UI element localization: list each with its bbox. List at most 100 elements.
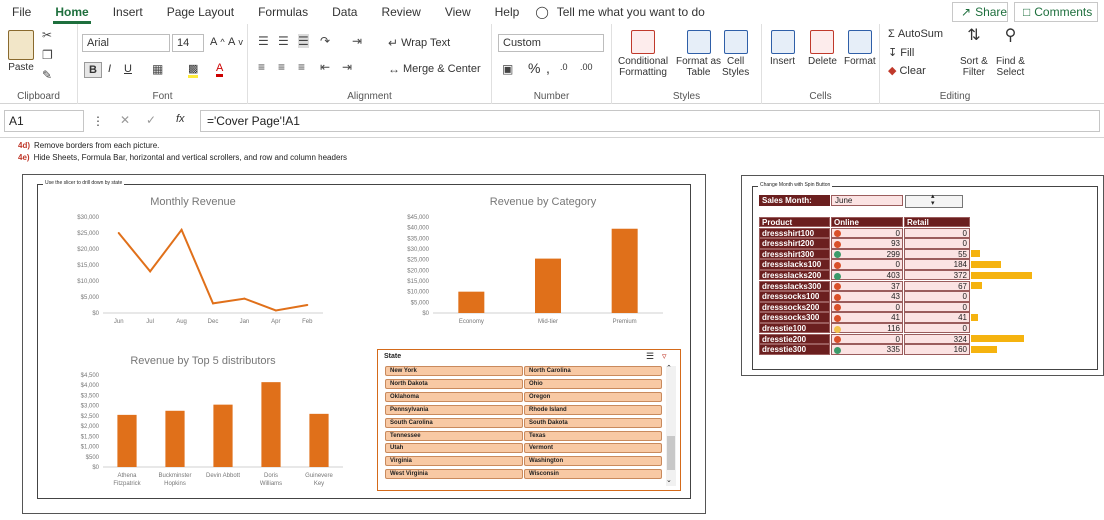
format-cells-button[interactable]: Format [844,30,876,67]
scroll-down-icon[interactable]: ⌄ [666,476,672,484]
sort-filter-button[interactable]: ⇅ Sort & Filter [960,28,988,79]
slicer-item[interactable]: Vermont [524,443,662,454]
fill-button[interactable]: ↧ Fill [888,46,914,60]
slicer-item[interactable]: Rhode Island [524,404,662,415]
slicer-item[interactable]: Oklahoma [385,391,523,402]
copy-icon[interactable]: ❐ [42,48,53,62]
align-left-icon[interactable]: ≡ [258,60,265,74]
tell-me-box[interactable]: ◯ Tell me what you want to do [535,5,705,19]
autosum-button[interactable]: Σ AutoSum [888,28,943,40]
spin-button[interactable]: ▴ ▾ [905,193,963,208]
slicer-item[interactable]: New York [385,366,523,376]
online-value: 0 [895,334,900,344]
font-size-select[interactable]: 14 [172,34,204,52]
worksheet: 4d) Remove borders from each picture. 4e)… [0,139,1104,520]
table-label: Table [686,67,711,78]
state-slicer[interactable]: State ☰ ▿ New York North Carolina North Da… [377,349,681,491]
align-middle-icon[interactable]: ☰ [278,34,289,48]
orientation-icon[interactable]: ↷ [320,34,330,48]
slicer-item[interactable]: North Carolina [524,366,662,376]
slicer-item[interactable]: West Virginia [385,469,523,480]
menu-file[interactable]: File [0,0,43,24]
retail-value-cell: 0 [904,323,970,334]
slicer-item[interactable]: Ohio [524,378,662,389]
name-box[interactable]: A1 [4,110,84,132]
find-select-button[interactable]: ⚲ Find & Select [996,28,1025,79]
formula-input[interactable]: ='Cover Page'!A1 [200,110,1100,132]
decrease-decimal-icon[interactable]: .00 [580,62,593,72]
increase-indent-icon[interactable]: ⇥ [342,60,352,74]
cut-icon[interactable]: ✂ [42,28,52,42]
slicer-item[interactable]: South Carolina [385,417,523,428]
monthly-revenue-point [212,302,214,305]
bold-icon[interactable]: B [84,62,102,78]
percent-icon[interactable]: % [528,60,540,76]
retail-value-cell: 0 [904,291,970,302]
increase-decimal-icon[interactable]: .0 [560,62,568,72]
cancel-icon[interactable]: ✕ [120,113,130,127]
decrease-indent-icon[interactable]: ⇤ [320,60,330,74]
clear-button[interactable]: ◆ Clear [888,64,926,78]
menu-page-layout[interactable]: Page Layout [155,0,246,24]
product-table-picture[interactable]: Change Month with Spin Button Sales Mont… [741,175,1104,376]
number-format-select[interactable]: Custom [498,34,604,52]
align-right-icon[interactable]: ≡ [298,60,305,74]
enter-icon[interactable]: ✓ [146,113,156,127]
slicer-item[interactable]: North Dakota [385,378,523,389]
distributors-ytick-label: $3,000 [81,404,100,410]
slicer-item[interactable]: Virginia [385,456,523,467]
slicer-item[interactable]: Oregon [524,391,662,402]
menu-view[interactable]: View [433,0,483,24]
paste-button[interactable]: Paste [8,30,34,73]
borders-icon[interactable]: ▦ [152,62,163,76]
category-ytick-label: $0 [422,311,429,317]
italic-icon[interactable]: I [104,62,115,76]
menu-insert[interactable]: Insert [101,0,155,24]
slicer-item[interactable]: Wisconsin [524,469,662,480]
align-top-icon[interactable]: ☰ [258,34,269,48]
share-button[interactable]: ↗ Share [952,2,1008,22]
slicer-item[interactable]: Tennessee [385,430,523,441]
scrollbar-thumb[interactable] [667,436,675,470]
scroll-up-icon[interactable]: ⌃ [666,364,672,372]
menu-help[interactable]: Help [483,0,532,24]
slicer-item[interactable]: Washington [524,456,662,467]
comments-button[interactable]: □ Comments [1014,2,1098,22]
multi-select-icon[interactable]: ☰ [646,351,654,362]
spin-down-icon[interactable]: ▾ [931,199,935,207]
indent-icon[interactable]: ⇥ [352,34,362,48]
delete-cells-button[interactable]: Delete [808,30,837,67]
insert-cells-button[interactable]: Insert [770,30,795,67]
comma-icon[interactable]: , [546,60,550,76]
menu-formulas[interactable]: Formulas [246,0,320,24]
slicer-item[interactable]: Pennsylvania [385,404,523,415]
slicer-item[interactable]: Texas [524,430,662,441]
menu-home[interactable]: Home [43,0,100,24]
wrap-text-button[interactable]: ↵ Wrap Text [388,36,450,50]
slicer-item[interactable]: Utah [385,443,523,454]
align-center-icon[interactable]: ≡ [278,60,285,74]
menu-review[interactable]: Review [369,0,432,24]
grow-font-icon[interactable]: A ^ [210,36,225,48]
clear-filter-icon[interactable]: ▿ [662,351,667,362]
slicer-scrollbar[interactable]: ⌃ ⌄ [666,364,676,486]
fill-color-icon[interactable]: ▩ [188,62,199,78]
format-painter-icon[interactable]: ✎ [42,68,52,82]
cell-styles-button[interactable]: Cell Styles [722,30,749,78]
font-color-icon[interactable]: A [216,62,224,77]
align-bottom-icon[interactable]: ☰ [298,34,309,48]
font-name-select[interactable]: Arial [82,34,170,52]
paste-icon [8,30,34,60]
online-value-cell: 43 [831,291,903,302]
product-header-cell: Retail [904,217,970,228]
conditional-formatting-button[interactable]: Conditional Formatting [618,30,668,78]
insert-function-icon[interactable]: fx [176,113,185,125]
number-format-value: Custom [503,37,541,49]
underline-icon[interactable]: U [120,62,136,76]
slicer-item[interactable]: South Dakota [524,417,662,428]
format-as-table-button[interactable]: Format as Table [676,30,721,78]
menu-data[interactable]: Data [320,0,369,24]
merge-center-button[interactable]: ↔ Merge & Center [388,62,481,76]
shrink-font-icon[interactable]: Av [228,36,243,48]
currency-icon[interactable]: ▣ [502,62,513,76]
